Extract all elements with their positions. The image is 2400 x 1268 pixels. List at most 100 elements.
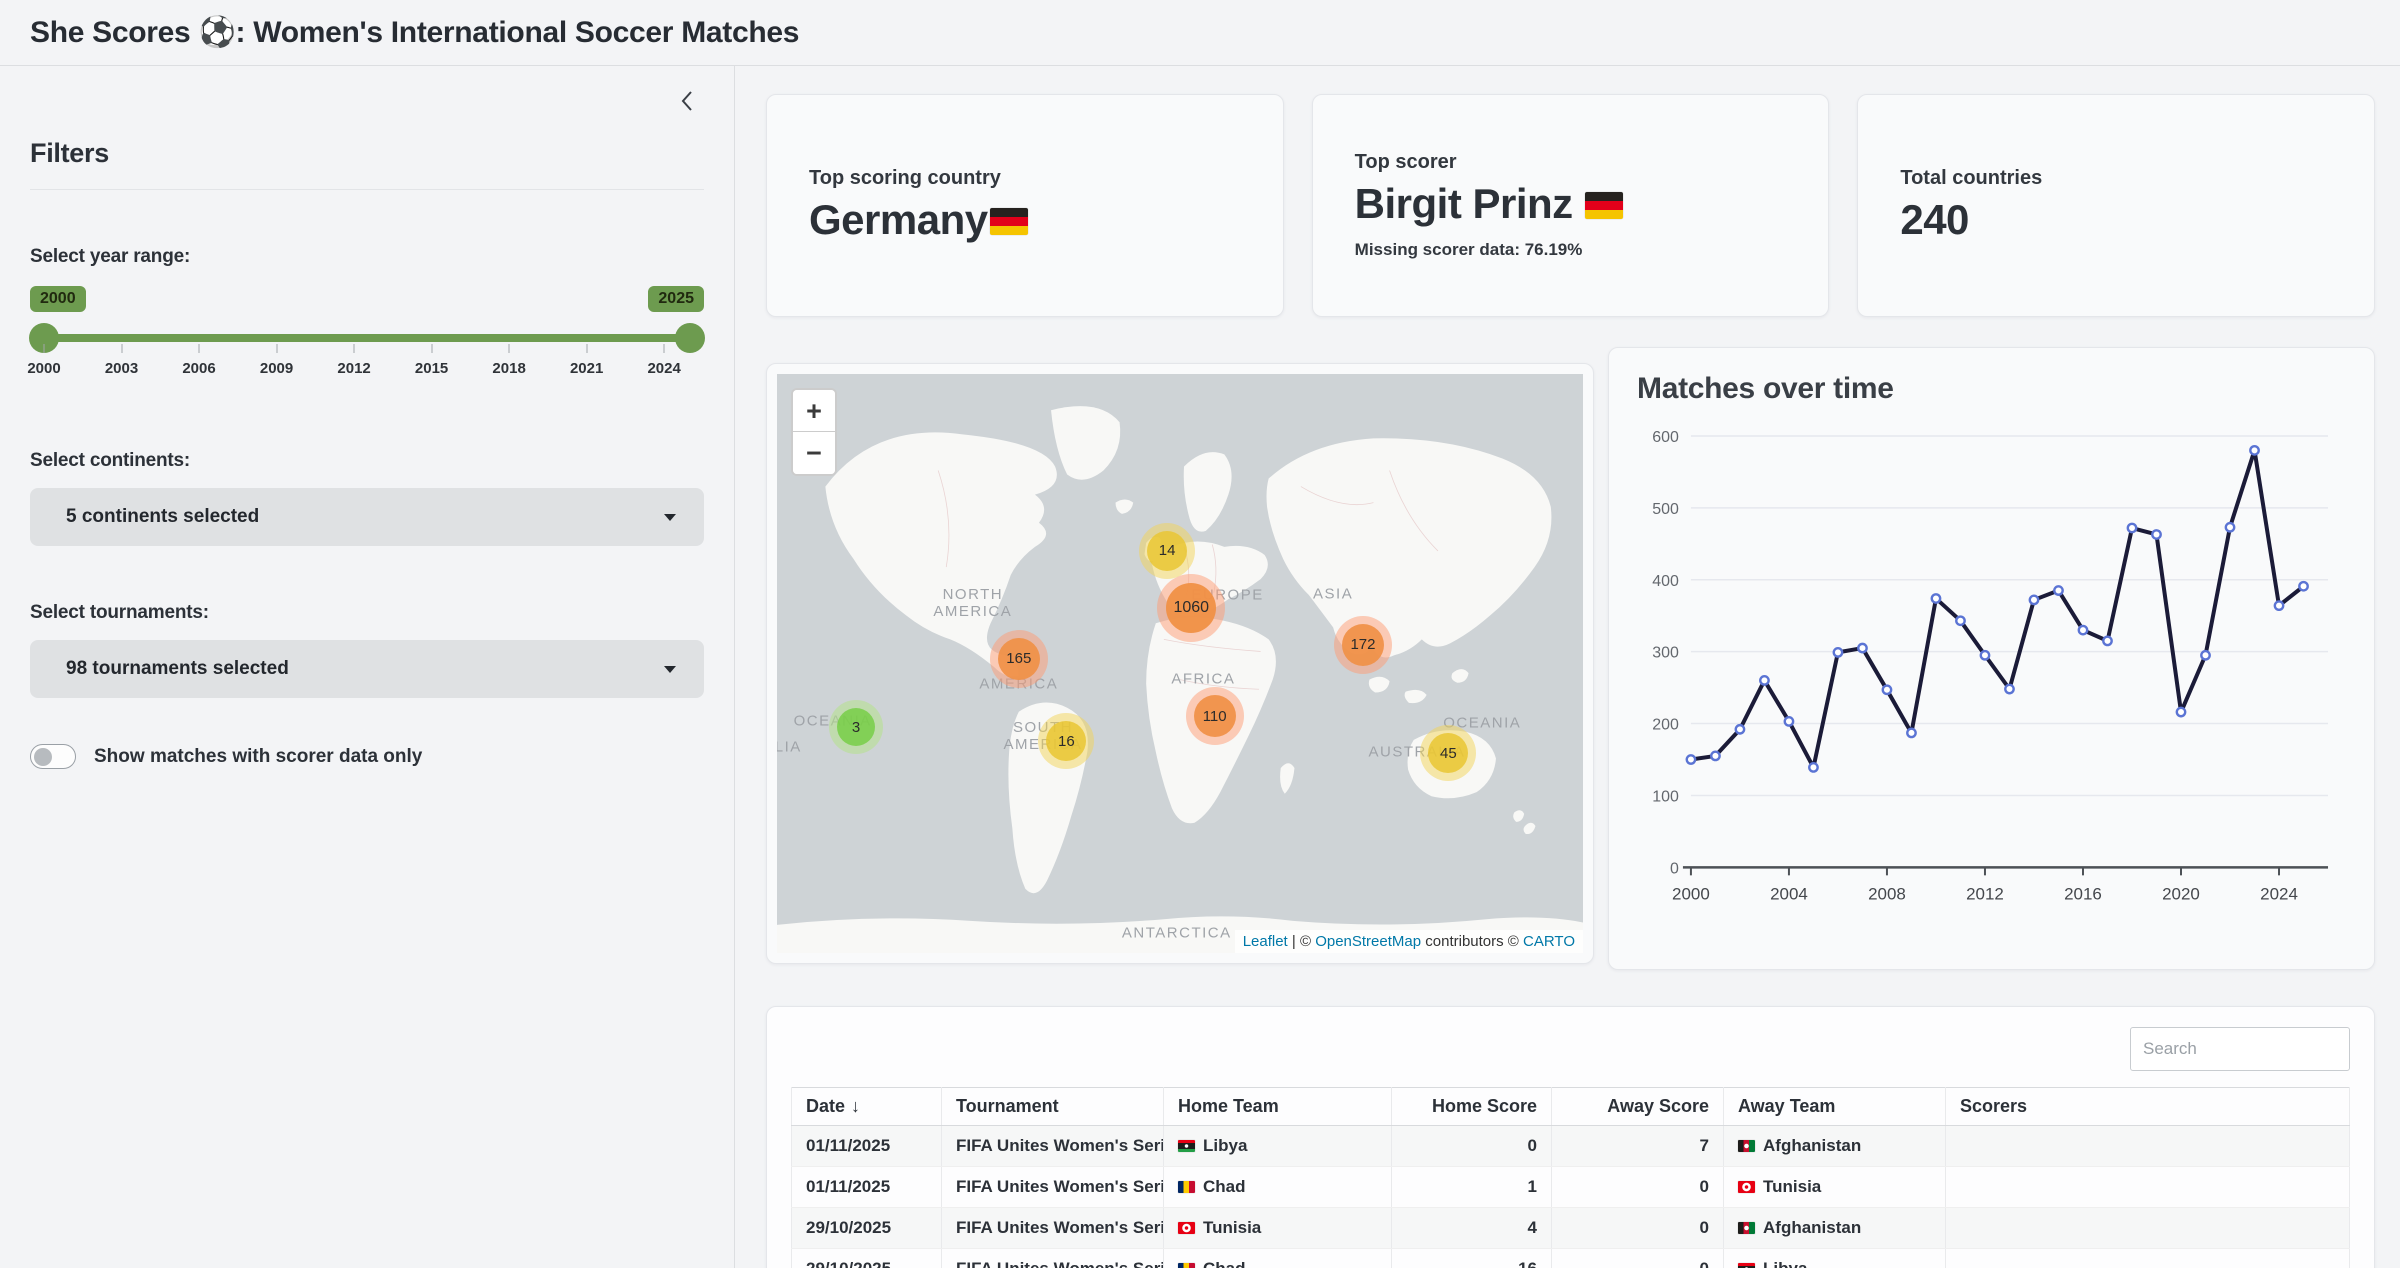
tournaments-select[interactable]: 98 tournaments selected	[30, 640, 704, 698]
slider-tick	[354, 344, 355, 353]
svg-text:500: 500	[1652, 501, 1679, 518]
cluster-count: 45	[1428, 733, 1468, 773]
column-header-away-team[interactable]: Away Team	[1724, 1088, 1946, 1126]
main-content: Top scoring country Germany Top scorer B…	[735, 66, 2400, 1268]
map-continent-label: AFRICA	[1171, 671, 1235, 688]
column-header-home-team[interactable]: Home Team	[1164, 1088, 1392, 1126]
svg-text:2016: 2016	[2064, 884, 2102, 903]
map-zoom-in-button[interactable]: +	[793, 390, 835, 432]
toggle-knob	[34, 748, 52, 766]
map-cluster-14[interactable]: 14	[1139, 523, 1195, 579]
column-header-date[interactable]: Date↓	[792, 1088, 942, 1126]
world-map-land	[777, 374, 1583, 953]
map-cluster-16[interactable]: 16	[1038, 713, 1094, 769]
table-row: 01/11/2025FIFA Unites Women's SeriesLiby…	[792, 1126, 2350, 1167]
table-row: 29/10/2025FIFA Unites Women's SeriesChad…	[792, 1249, 2350, 1268]
carto-link[interactable]: CARTO	[1523, 933, 1575, 950]
stat-value: Germany	[809, 196, 1283, 244]
slider-tick	[199, 344, 200, 353]
openstreetmap-link[interactable]: OpenStreetMap	[1315, 933, 1421, 950]
tunisia-flag-icon	[1178, 1222, 1195, 1234]
total-countries-card: Total countries 240	[1857, 94, 2375, 317]
slider-tick	[276, 344, 277, 353]
column-header-tournament[interactable]: Tournament	[942, 1088, 1164, 1126]
map-continent-label: LIA	[777, 738, 802, 755]
svg-text:300: 300	[1652, 645, 1679, 662]
slider-tick	[44, 344, 45, 353]
caret-down-icon	[664, 666, 676, 673]
cluster-count: 172	[1342, 624, 1384, 666]
stat-label: Top scoring country	[809, 167, 1283, 190]
slider-tick-label: 2015	[415, 360, 448, 377]
tunisia-flag-icon	[1738, 1181, 1755, 1193]
cluster-count: 1060	[1166, 583, 1216, 633]
scorer-data-toggle[interactable]	[30, 744, 76, 769]
leaflet-link[interactable]: Leaflet	[1243, 933, 1288, 950]
map-cluster-165[interactable]: 165	[990, 630, 1048, 688]
filters-sidebar: Filters Select year range: 2000 2025 200…	[0, 66, 735, 1268]
caret-down-icon	[664, 514, 676, 521]
slider-tick-label: 2018	[492, 360, 525, 377]
filters-title: Filters	[30, 138, 704, 169]
matches-table: Date↓TournamentHome TeamHome ScoreAway S…	[791, 1087, 2350, 1268]
map-zoom-out-button[interactable]: −	[793, 432, 835, 474]
tournaments-select-value: 98 tournaments selected	[66, 658, 289, 680]
continents-label: Select continents:	[30, 450, 704, 472]
map-continent-label: ASIA	[1313, 586, 1353, 603]
slider-tick-label: 2006	[182, 360, 215, 377]
slider-tick-label: 2003	[105, 360, 138, 377]
svg-text:2008: 2008	[1868, 884, 1906, 903]
svg-text:600: 600	[1652, 429, 1679, 446]
germany-flag-icon	[1585, 192, 1623, 219]
sort-desc-icon: ↓	[851, 1096, 860, 1116]
cluster-count: 16	[1046, 721, 1086, 761]
map-attribution: Leaflet | © OpenStreetMap contributors ©…	[1235, 930, 1583, 953]
year-to-badge: 2025	[648, 286, 704, 312]
slider-tick-label: 2021	[570, 360, 603, 377]
svg-text:2020: 2020	[2162, 884, 2200, 903]
svg-text:0: 0	[1670, 860, 1679, 877]
slider-tick-label: 2012	[337, 360, 370, 377]
stat-label: Top scorer	[1355, 151, 1829, 174]
year-range-slider: 2000 2025 200020032006200920122015201820…	[30, 286, 704, 394]
top-scorer-value: Birgit Prinz	[1355, 180, 1573, 228]
map-cluster-1060[interactable]: 1060	[1157, 574, 1225, 642]
map-cluster-3[interactable]: 3	[829, 700, 883, 754]
slider-track[interactable]: 200020032006200920122015201820212024	[44, 334, 690, 342]
slider-handle-to[interactable]	[675, 323, 705, 353]
column-header-scorers[interactable]: Scorers	[1946, 1088, 2350, 1126]
matches-over-time-card: Matches over time 0100200300400500600200…	[1608, 347, 2375, 970]
slider-tick-label: 2024	[647, 360, 680, 377]
continents-select[interactable]: 5 continents selected	[30, 488, 704, 546]
column-header-home-score[interactable]: Home Score	[1392, 1088, 1552, 1126]
divider	[30, 189, 704, 190]
afghanistan-flag-icon	[1738, 1222, 1755, 1234]
column-header-away-score[interactable]: Away Score	[1552, 1088, 1724, 1126]
matches-over-time-chart: 0100200300400500600200020042008201220162…	[1637, 412, 2346, 931]
page-title: She Scores ⚽: Women's International Socc…	[30, 15, 799, 50]
cluster-count: 110	[1194, 695, 1236, 737]
sidebar-collapse-button[interactable]	[674, 88, 700, 114]
chart-title: Matches over time	[1637, 372, 2346, 406]
search-input[interactable]	[2130, 1027, 2350, 1071]
map-cluster-45[interactable]: 45	[1420, 725, 1476, 781]
svg-text:200: 200	[1652, 717, 1679, 734]
slider-tick	[431, 344, 432, 353]
svg-text:2012: 2012	[1966, 884, 2004, 903]
stat-label: Total countries	[1900, 167, 2374, 190]
map-cluster-110[interactable]: 110	[1186, 687, 1244, 745]
svg-text:100: 100	[1652, 788, 1679, 805]
map-cluster-172[interactable]: 172	[1334, 616, 1392, 674]
afghanistan-flag-icon	[1738, 1140, 1755, 1152]
table-row: 29/10/2025FIFA Unites Women's SeriesTuni…	[792, 1208, 2350, 1249]
tournaments-label: Select tournaments:	[30, 602, 704, 624]
continents-select-value: 5 continents selected	[66, 506, 259, 528]
matches-table-body: 01/11/2025FIFA Unites Women's SeriesLiby…	[792, 1126, 2350, 1268]
app-header: She Scores ⚽: Women's International Socc…	[0, 0, 2400, 66]
world-map[interactable]: + − 14106016517211016345 NORTH AMERICAEU…	[777, 374, 1583, 953]
map-card: + − 14106016517211016345 NORTH AMERICAEU…	[766, 363, 1594, 964]
total-countries-value: 240	[1900, 196, 2374, 244]
map-continent-label: ANTARCTICA	[1122, 924, 1232, 941]
top-scoring-country-value: Germany	[809, 196, 988, 244]
germany-flag-icon	[990, 208, 1028, 235]
